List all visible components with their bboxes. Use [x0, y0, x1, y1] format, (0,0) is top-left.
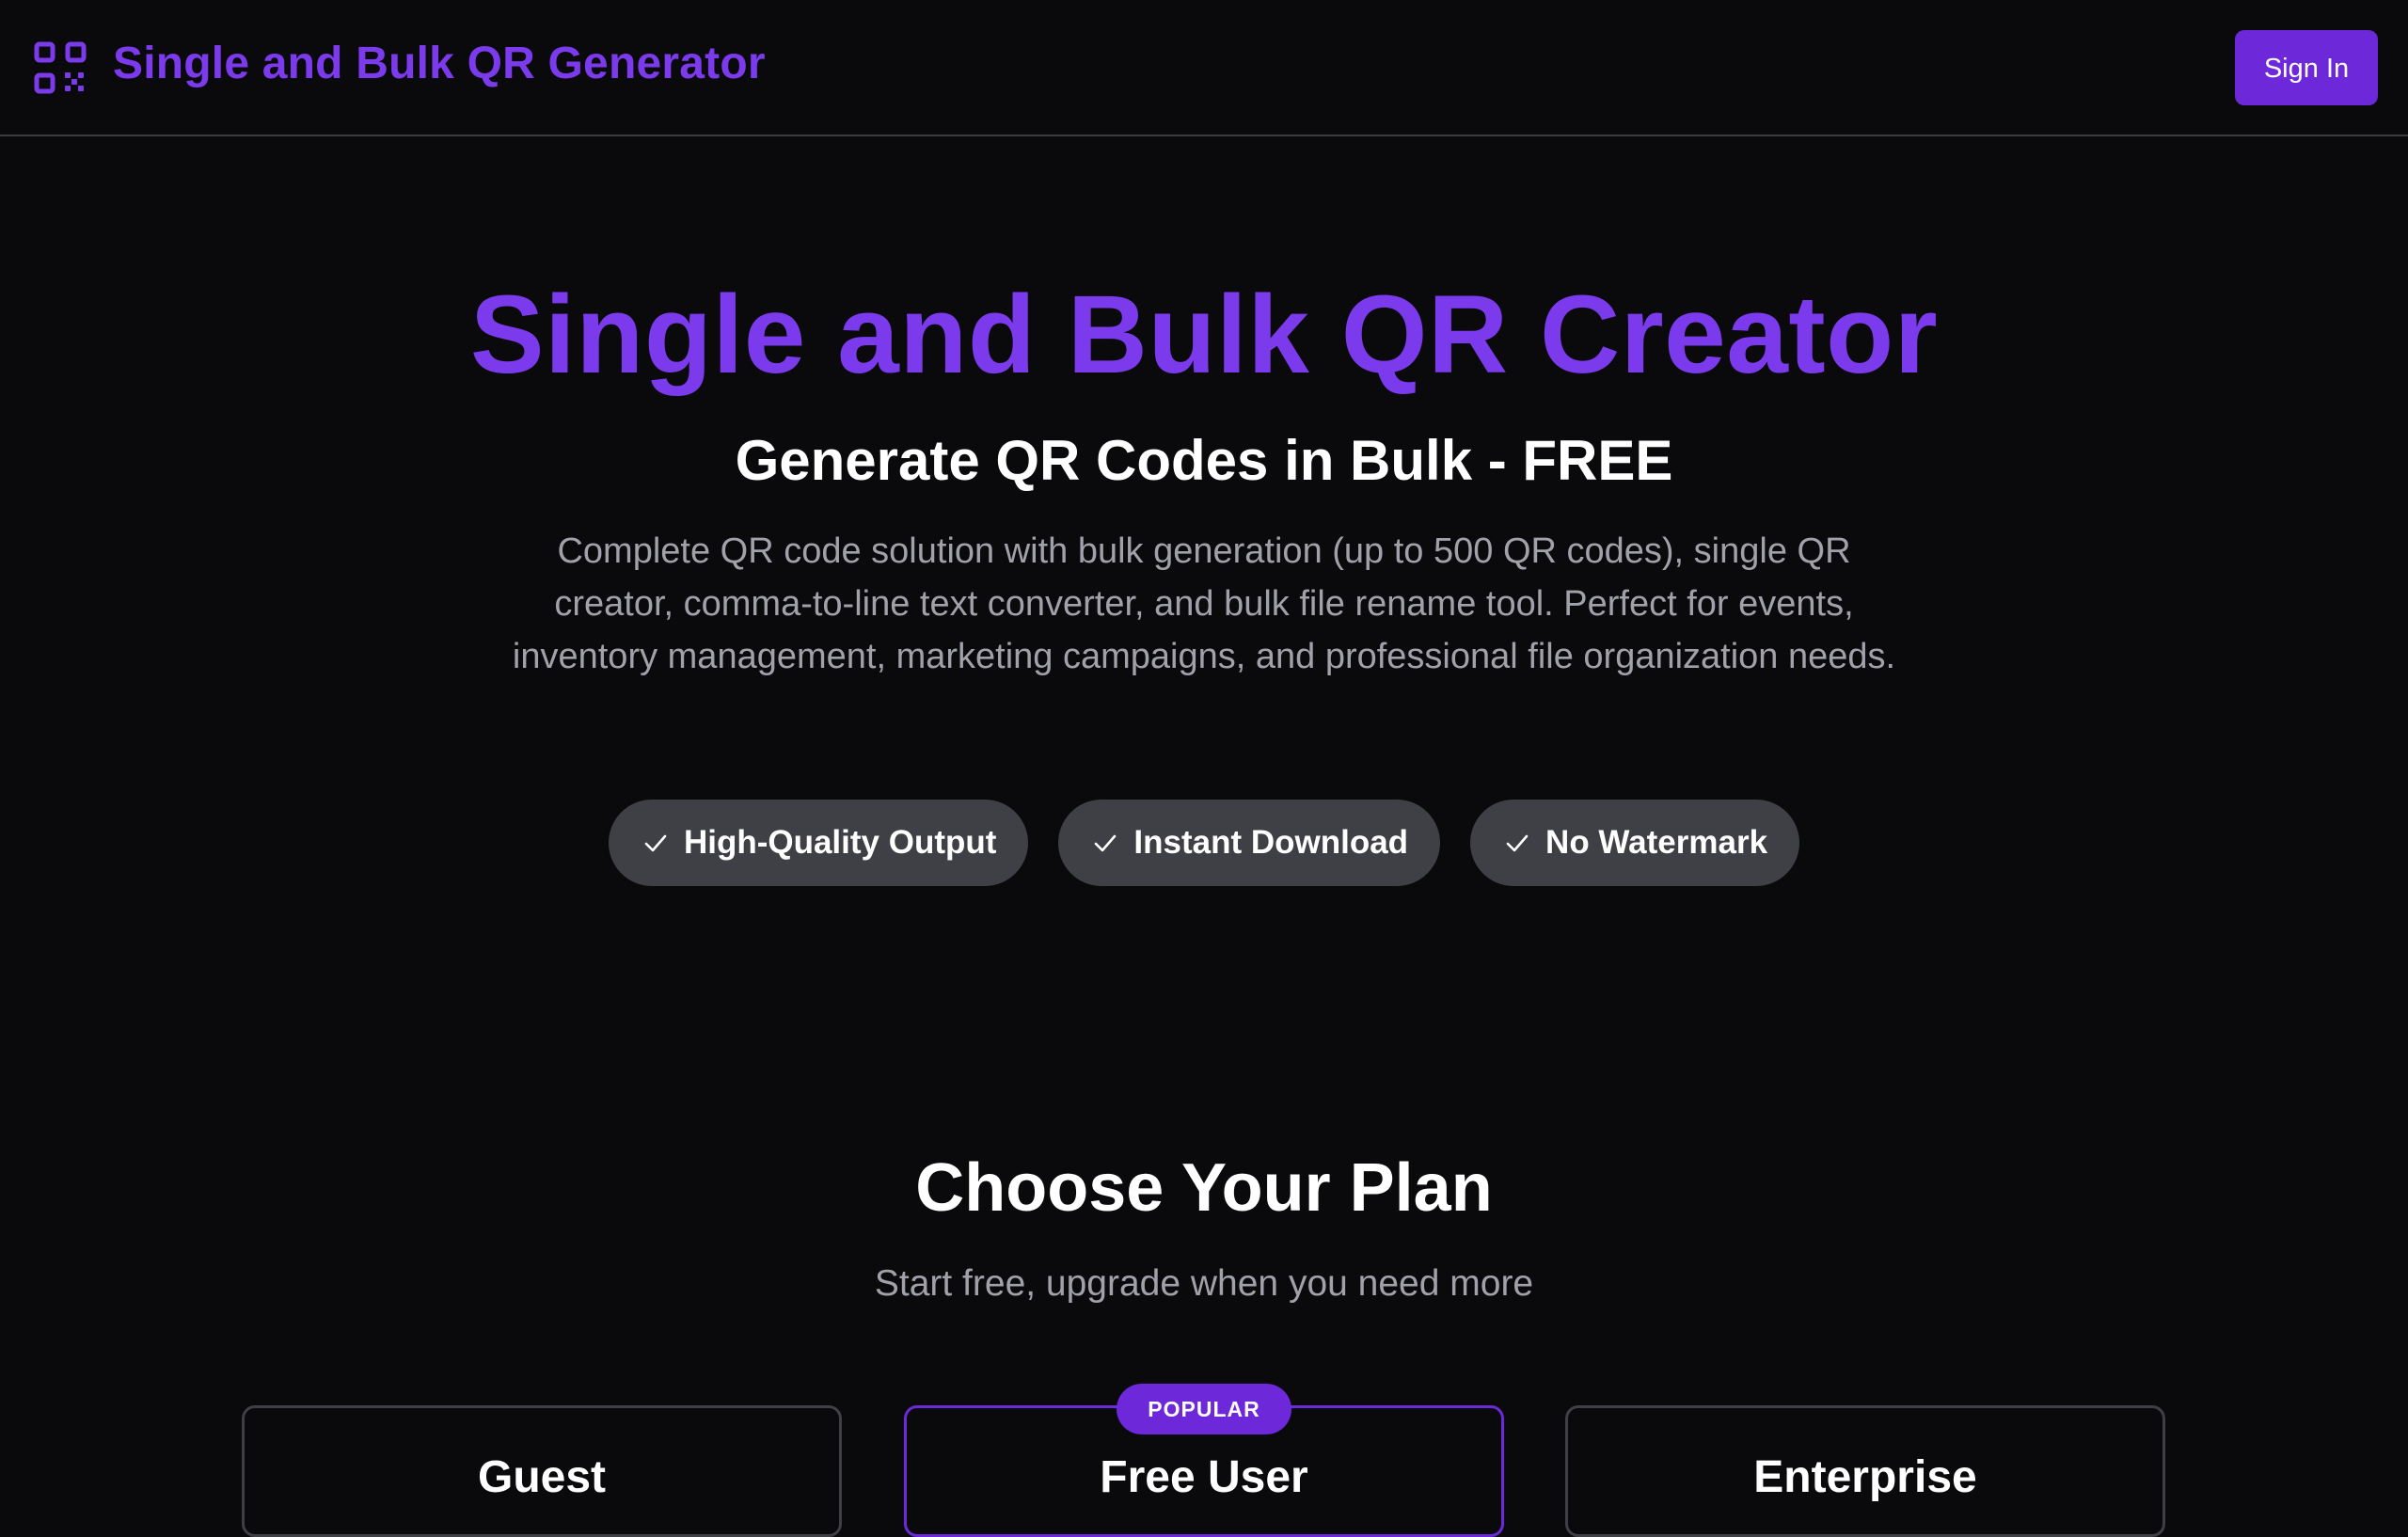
- qr-code-icon[interactable]: [34, 41, 87, 94]
- feature-label: High-Quality Output: [683, 824, 997, 861]
- plan-name: Guest: [477, 1452, 607, 1502]
- feature-pill-quality: High-Quality Output: [608, 800, 1029, 886]
- feature-label: No Watermark: [1545, 824, 1768, 861]
- feature-label: Instant Download: [1133, 824, 1409, 861]
- plan-card-guest[interactable]: Guest: [242, 1405, 842, 1537]
- feature-pill-download: Instant Download: [1058, 800, 1441, 886]
- check-icon: [644, 834, 667, 852]
- hero-title: Single and Bulk QR Creator: [469, 273, 1939, 397]
- brand-name[interactable]: Single and Bulk QR Generator: [113, 36, 766, 92]
- hero-subtitle: Generate QR Codes in Bulk - FREE: [735, 429, 1673, 492]
- popular-badge: POPULAR: [1117, 1384, 1291, 1434]
- plans-subtitle: Start free, upgrade when you need more: [874, 1263, 1534, 1304]
- feature-pills: High-Quality Output Instant Download No …: [0, 800, 2408, 886]
- check-icon: [1095, 834, 1117, 852]
- plan-card-enterprise[interactable]: Enterprise: [1565, 1405, 2165, 1537]
- sign-in-button[interactable]: Sign In: [2235, 30, 2378, 105]
- plan-name: Enterprise: [1753, 1452, 1977, 1502]
- hero-description: Complete QR code solution with bulk gene…: [512, 531, 1896, 676]
- top-navbar: Single and Bulk QR Generator Sign In: [0, 0, 2408, 136]
- check-icon: [1506, 834, 1529, 852]
- plans-title: Choose Your Plan: [915, 1150, 1493, 1226]
- feature-pill-watermark: No Watermark: [1470, 800, 1800, 886]
- plan-name: Free User: [1100, 1452, 1308, 1502]
